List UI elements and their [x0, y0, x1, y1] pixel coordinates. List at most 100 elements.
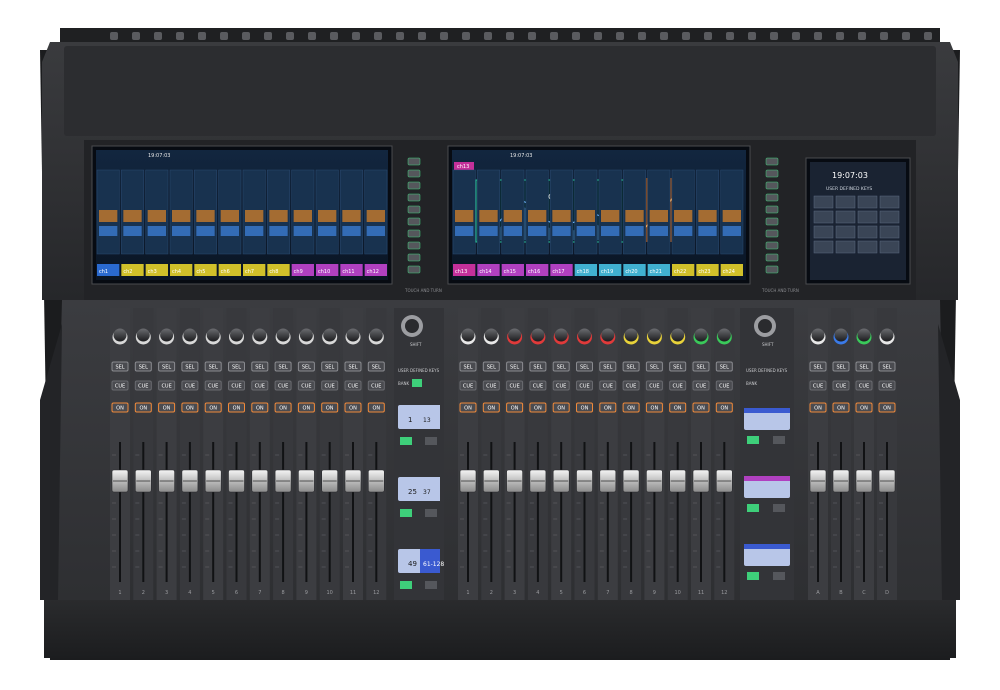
encoder-knob[interactable] [671, 328, 685, 342]
user-key-tile[interactable] [813, 210, 834, 224]
screen-side-button[interactable] [407, 229, 421, 238]
fader-slot [863, 442, 865, 582]
bank-select-button[interactable] [425, 581, 437, 589]
screen-side-button[interactable] [407, 157, 421, 166]
screen-dyn-block [601, 210, 620, 222]
encoder-knob[interactable] [369, 328, 383, 342]
cue-label: CUE [115, 384, 125, 390]
on-label: ON [837, 406, 845, 412]
screen-side-button[interactable] [765, 193, 779, 202]
screen-eq-block [601, 226, 620, 236]
rear-connector [286, 32, 294, 40]
user-key-tile[interactable] [857, 195, 878, 209]
encoder-knob[interactable] [136, 328, 150, 342]
user-key-tile[interactable] [835, 195, 856, 209]
screen-side-button[interactable] [765, 205, 779, 214]
bank-button[interactable] [412, 379, 422, 387]
rear-connector [770, 32, 778, 40]
right-touch-screen[interactable]: 19:07:03 USER DEFINED KEYS [805, 157, 911, 285]
encoder-knob[interactable] [834, 328, 848, 342]
user-key-button[interactable] [747, 572, 759, 580]
user-key-tile[interactable] [857, 210, 878, 224]
user-key-button[interactable] [747, 504, 759, 512]
bank-select-button[interactable] [400, 509, 412, 517]
encoder-knob[interactable] [183, 328, 197, 342]
screen-side-button[interactable] [407, 181, 421, 190]
encoder-knob[interactable] [647, 328, 661, 342]
screen-side-button[interactable] [765, 181, 779, 190]
encoder-knob[interactable] [113, 328, 127, 342]
channel-strip: SEL CUE ON 10 [319, 308, 340, 600]
screen-side-button[interactable] [407, 193, 421, 202]
user-key-tile[interactable] [879, 225, 900, 239]
screen-side-button[interactable] [765, 217, 779, 226]
left-touch-screen[interactable]: 19:07:03 ch1 ch2 ch3 ch4 ch5 ch6 ch7 ch8 ch9 ch10… [91, 145, 393, 285]
encoder-knob[interactable] [346, 328, 360, 342]
encoder-knob[interactable] [253, 328, 267, 342]
encoder-knob[interactable] [206, 328, 220, 342]
channel-strip: SEL CUE ON 6 [574, 308, 595, 600]
fader-slot [188, 442, 191, 582]
screen-side-button[interactable] [765, 157, 779, 166]
user-key-tile[interactable] [835, 225, 856, 239]
screen-channel-name: ch11 [342, 269, 354, 275]
user-key-tile[interactable] [879, 240, 900, 254]
fader-slot [258, 442, 261, 582]
screen-side-button[interactable] [407, 265, 421, 274]
user-key-tile[interactable] [879, 195, 900, 209]
user-key-button[interactable] [773, 572, 785, 580]
user-key-tile[interactable] [813, 195, 834, 209]
strip-number: A [816, 590, 820, 596]
encoder-knob[interactable] [880, 328, 894, 342]
screen-eq-block [625, 226, 644, 236]
user-key-button[interactable] [773, 436, 785, 444]
screen-side-button[interactable] [407, 241, 421, 250]
right-shift-knob[interactable] [758, 319, 772, 333]
rear-connector [484, 32, 492, 40]
user-key-tile[interactable] [813, 240, 834, 254]
user-key-tile[interactable] [857, 225, 878, 239]
encoder-knob[interactable] [461, 328, 475, 342]
screen-eq-block [722, 226, 741, 236]
screen-side-button[interactable] [765, 253, 779, 262]
encoder-knob[interactable] [230, 328, 243, 342]
encoder-knob[interactable] [624, 328, 638, 342]
bank-select-button[interactable] [425, 509, 437, 517]
shift-knob[interactable] [405, 319, 419, 333]
encoder-knob[interactable] [299, 328, 313, 342]
encoder-knob[interactable] [276, 328, 290, 342]
encoder-knob[interactable] [857, 328, 871, 342]
user-key-button[interactable] [747, 436, 759, 444]
encoder-knob[interactable] [578, 328, 591, 342]
user-key-tile[interactable] [813, 225, 834, 239]
screen-side-button[interactable] [407, 205, 421, 214]
encoder-knob[interactable] [160, 328, 174, 342]
encoder-knob[interactable] [694, 328, 708, 342]
screen-side-button[interactable] [765, 169, 779, 178]
user-key-tile[interactable] [835, 240, 856, 254]
bank-select-button[interactable] [400, 581, 412, 589]
encoder-knob[interactable] [554, 328, 568, 342]
encoder-knob[interactable] [811, 328, 825, 342]
screen-side-button[interactable] [765, 241, 779, 250]
encoder-knob[interactable] [717, 328, 731, 342]
encoder-knob[interactable] [601, 328, 615, 342]
encoder-knob[interactable] [323, 328, 337, 342]
bank-select-button[interactable] [425, 437, 437, 445]
rear-connector [638, 32, 646, 40]
encoder-knob[interactable] [484, 328, 498, 342]
user-key-tile[interactable] [879, 210, 900, 224]
user-key-button[interactable] [773, 504, 785, 512]
screen-side-button[interactable] [765, 229, 779, 238]
screen-side-button[interactable] [407, 169, 421, 178]
user-key-tile[interactable] [857, 240, 878, 254]
bank-select-button[interactable] [400, 437, 412, 445]
encoder-knob[interactable] [531, 328, 545, 342]
user-key-tile[interactable] [835, 210, 856, 224]
screen-side-button[interactable] [765, 265, 779, 274]
screen-side-button[interactable] [407, 217, 421, 226]
center-touch-screen[interactable]: 19:07:03 ch13 ch13 ch13ch14ch15ch16ch17c… [447, 145, 751, 285]
encoder-knob[interactable] [508, 328, 522, 342]
sel-label: SEL [882, 365, 891, 371]
screen-side-button[interactable] [407, 253, 421, 262]
